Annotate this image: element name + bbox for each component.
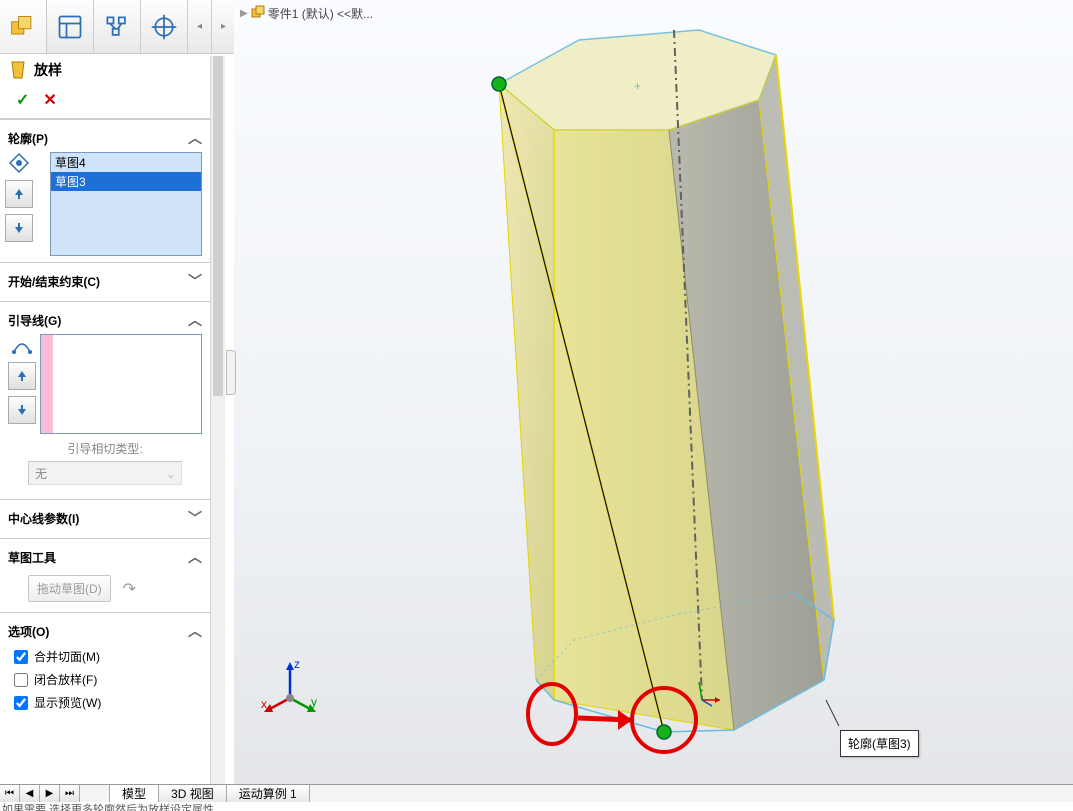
- tab-scroll-prev[interactable]: ◀: [20, 785, 40, 802]
- feature-title-row: 放样: [0, 54, 210, 86]
- start-end-label: 开始/结束约束(C): [8, 273, 100, 290]
- centerline-section: 中心线参数(I) ﹀: [0, 499, 210, 538]
- profile-move-down-button[interactable]: [5, 214, 33, 242]
- redo-icon: ↷: [123, 579, 136, 599]
- property-manager-panel: 放样 ✓ ✕ 轮廓(P) ︿ 草图4: [0, 54, 225, 789]
- options-label: 选项(O): [8, 623, 49, 640]
- selection-tooltip: 轮廓(草图3): [840, 730, 919, 757]
- guide-tangent-value: 无: [35, 465, 47, 482]
- sketch-tools-label: 草图工具: [8, 549, 56, 566]
- chevron-down-icon: ﹀: [188, 508, 202, 528]
- svg-text:x: x: [261, 697, 267, 711]
- profiles-listbox[interactable]: 草图4 草图3: [50, 152, 202, 256]
- chevron-up-icon: ︿: [188, 547, 202, 567]
- scrollbar-thumb[interactable]: [213, 56, 223, 396]
- profiles-label: 轮廓(P): [8, 130, 48, 147]
- options-header[interactable]: 选项(O) ︿: [8, 619, 202, 645]
- bottom-tab-model[interactable]: 模型: [110, 785, 159, 802]
- guide-pinkbar: [41, 335, 53, 433]
- feature-title: 放样: [34, 60, 62, 80]
- start-end-section: 开始/结束约束(C) ﹀: [0, 262, 210, 301]
- loft-preview-model: +: [234, 0, 1073, 780]
- profile-item-1[interactable]: 草图3: [51, 172, 201, 191]
- svg-text:z: z: [294, 658, 300, 671]
- guides-label: 引导线(G): [8, 312, 61, 329]
- breadcrumb: ▶ 零件1 (默认) <<默...: [240, 4, 373, 23]
- profiles-section: 轮廓(P) ︿ 草图4 草图3: [0, 119, 210, 262]
- chevron-up-icon: ︿: [188, 128, 202, 148]
- sketch-tools-section: 草图工具 ︿ 拖动草图(D) ↷: [0, 538, 210, 612]
- chevron-up-icon: ︿: [188, 310, 202, 330]
- chevron-down-icon: ﹀: [188, 271, 202, 291]
- guide-move-down-button[interactable]: [8, 396, 36, 424]
- show-preview-checkbox[interactable]: [14, 696, 28, 710]
- ok-button[interactable]: ✓: [16, 90, 29, 110]
- svg-text:y: y: [311, 695, 317, 709]
- origin-marker-top: +: [634, 79, 641, 93]
- merge-faces-checkbox[interactable]: [14, 650, 28, 664]
- close-loft-checkbox[interactable]: [14, 673, 28, 687]
- cancel-button[interactable]: ✕: [43, 90, 56, 110]
- status-bar-text: 如果需要 选择更多轮廓然后为放样设定属性: [0, 801, 1073, 811]
- guide-curve-icon[interactable]: [11, 334, 33, 356]
- guides-header[interactable]: 引导线(G) ︿: [8, 308, 202, 334]
- close-loft-checkbox-row[interactable]: 闭合放样(F): [8, 668, 202, 691]
- chevron-up-icon: ︿: [188, 621, 202, 641]
- configuration-manager-tab[interactable]: [94, 0, 141, 53]
- show-preview-label: 显示预览(W): [34, 694, 101, 711]
- profile-move-up-button[interactable]: [5, 180, 33, 208]
- loft-icon: [8, 60, 28, 80]
- feature-manager-tab[interactable]: [0, 0, 47, 53]
- guides-section: 引导线(G) ︿ 引导相切类型: 无 ⌄: [0, 301, 210, 499]
- bottom-tab-bar: ⏮ ◀ ▶ ⏭ 模型 3D 视图 运动算例 1: [0, 784, 1073, 802]
- guide-tangent-label: 引导相切类型:: [8, 434, 202, 459]
- view-triad[interactable]: z x y: [260, 658, 320, 718]
- tooltip-text: 轮廓(草图3): [848, 737, 911, 751]
- manager-overflow-right[interactable]: ▸: [212, 0, 236, 53]
- centerline-header[interactable]: 中心线参数(I) ﹀: [8, 506, 202, 532]
- part-icon: [250, 4, 266, 23]
- profile-diamond-icon[interactable]: [8, 152, 30, 174]
- property-manager-tab[interactable]: [47, 0, 94, 53]
- breadcrumb-expand-icon[interactable]: ▶: [240, 8, 248, 19]
- tab-scroll-first[interactable]: ⏮: [0, 785, 20, 802]
- start-end-header[interactable]: 开始/结束约束(C) ﹀: [8, 269, 202, 295]
- guide-side-buttons: [8, 334, 36, 434]
- panel-scrollbar[interactable]: [210, 56, 225, 789]
- dimxpert-manager-tab[interactable]: [141, 0, 188, 53]
- bottom-tab-motion1[interactable]: 运动算例 1: [227, 785, 310, 802]
- profiles-header[interactable]: 轮廓(P) ︿: [8, 126, 202, 152]
- confirm-row: ✓ ✕: [0, 86, 210, 119]
- tab-scroll-last[interactable]: ⏭: [60, 785, 80, 802]
- merge-faces-checkbox-row[interactable]: 合并切面(M): [8, 645, 202, 668]
- guides-listbox[interactable]: [40, 334, 202, 434]
- options-section: 选项(O) ︿ 合并切面(M) 闭合放样(F) 显示预览(W): [0, 612, 210, 720]
- centerline-label: 中心线参数(I): [8, 510, 79, 527]
- panel-resize-handle[interactable]: [226, 350, 236, 395]
- sketch-tools-header[interactable]: 草图工具 ︿: [8, 545, 202, 571]
- profile-side-buttons: [8, 152, 30, 256]
- close-loft-label: 闭合放样(F): [34, 671, 97, 688]
- breadcrumb-part-label[interactable]: 零件1 (默认) <<默...: [268, 5, 373, 22]
- drag-sketch-button: 拖动草图(D): [28, 575, 111, 602]
- guide-tangent-dropdown: 无 ⌄: [28, 461, 182, 485]
- bottom-tab-3dview[interactable]: 3D 视图: [159, 785, 227, 802]
- merge-faces-label: 合并切面(M): [34, 648, 100, 665]
- graphics-area[interactable]: +: [234, 0, 1073, 786]
- show-preview-checkbox-row[interactable]: 显示预览(W): [8, 691, 202, 714]
- chevron-down-icon: ⌄: [166, 467, 176, 481]
- tab-scroll-next[interactable]: ▶: [40, 785, 60, 802]
- guide-move-up-button[interactable]: [8, 362, 36, 390]
- manager-overflow-left[interactable]: ◂: [188, 0, 212, 53]
- profile-item-0[interactable]: 草图4: [51, 153, 201, 172]
